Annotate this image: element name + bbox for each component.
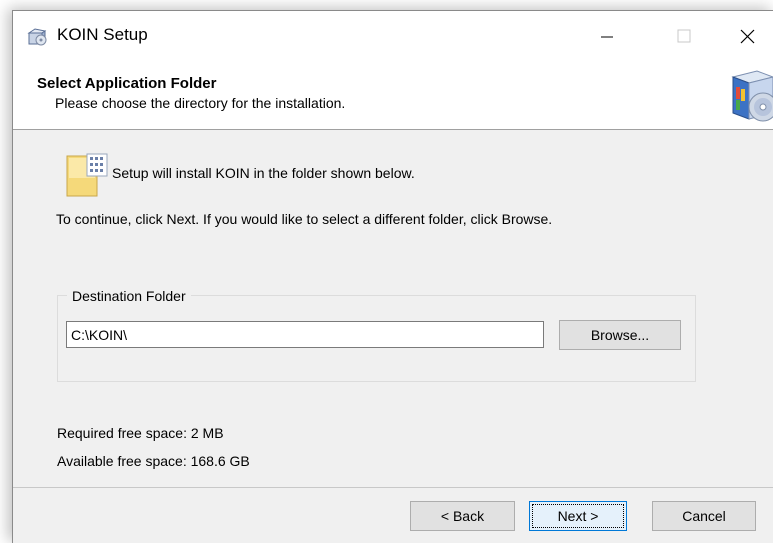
window-title: KOIN Setup — [57, 25, 148, 44]
next-button[interactable]: Next > — [529, 501, 627, 531]
installer-box-icon — [27, 28, 47, 46]
browse-button[interactable]: Browse... — [559, 320, 681, 350]
folder-icon — [66, 153, 108, 197]
title-bar[interactable]: KOIN Setup — [13, 11, 773, 61]
install-info-text: Setup will install KOIN in the folder sh… — [112, 165, 415, 181]
instruction-text: To continue, click Next. If you would li… — [56, 211, 553, 227]
maximize-icon[interactable] — [661, 11, 707, 61]
setup-window: KOIN Setup Select Application Folder Ple… — [12, 10, 773, 543]
required-space-text: Required free space: 2 MB — [57, 425, 224, 441]
available-space-text: Available free space: 168.6 GB — [57, 453, 250, 469]
cancel-button[interactable]: Cancel — [652, 501, 756, 531]
destination-path-input[interactable] — [66, 321, 544, 348]
minimize-icon[interactable] — [584, 11, 630, 61]
setup-box-cd-icon — [731, 70, 773, 122]
destination-folder-label: Destination Folder — [67, 288, 191, 304]
header-subtitle: Please choose the directory for the inst… — [55, 95, 346, 111]
footer-divider — [13, 487, 773, 488]
close-icon[interactable] — [725, 11, 771, 61]
header-title: Select Application Folder — [37, 75, 217, 92]
wizard-header: Select Application Folder Please choose … — [13, 61, 773, 130]
back-button[interactable]: < Back — [410, 501, 515, 531]
